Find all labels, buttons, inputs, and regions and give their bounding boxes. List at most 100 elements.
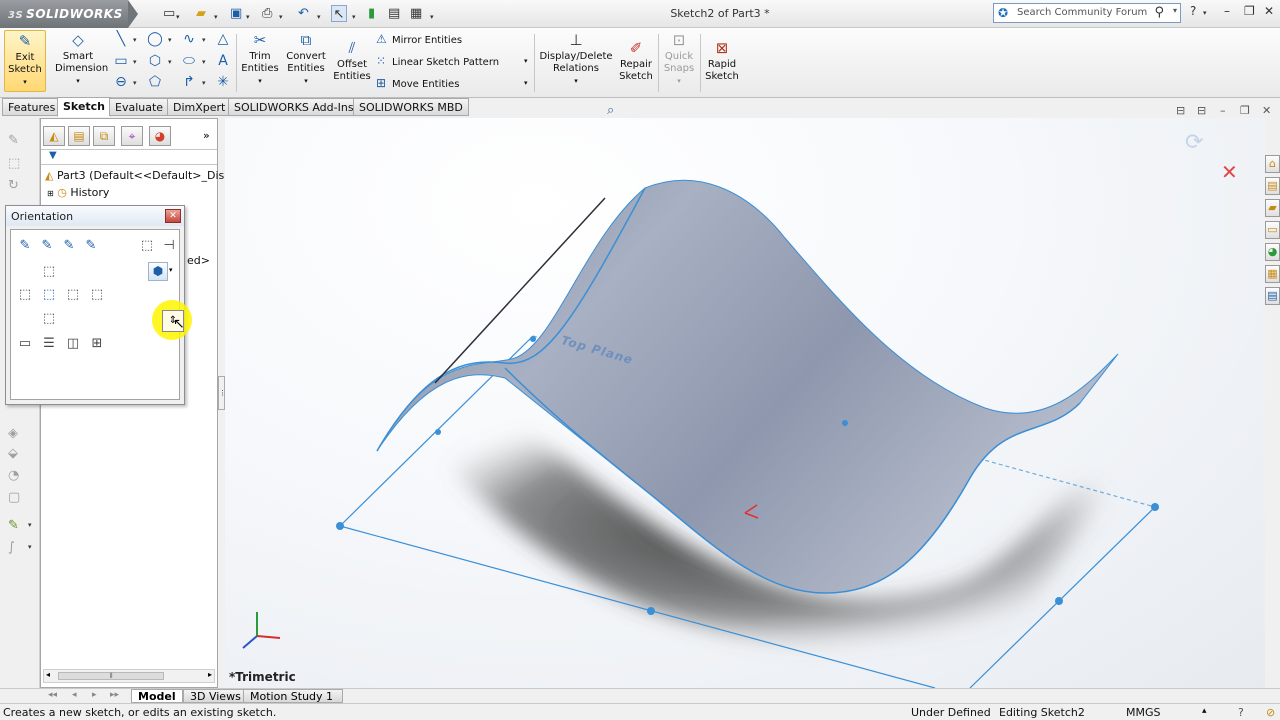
search-community-forum-input[interactable]: ✪ Search Community Forum ⚲ ▾ — [993, 3, 1181, 23]
tree-item-history[interactable]: ⊞ ◷ History — [47, 186, 109, 199]
quick-snaps-button[interactable]: ⊡ Quick Snaps ▾ — [660, 30, 698, 87]
offset-entities-button[interactable]: ⫽ Offset Entities — [332, 38, 372, 83]
sketch-tool-icon[interactable]: ✎ — [8, 133, 19, 148]
single-view-icon[interactable]: ▭ — [17, 336, 33, 352]
rebuild-status-icon[interactable]: ⊘ — [1266, 706, 1275, 719]
new-dropdown-icon[interactable]: ▾ — [176, 9, 180, 26]
tab-solidworks-mbd[interactable]: SOLIDWORKS MBD — [353, 98, 469, 116]
new-document-icon[interactable]: ▭ — [163, 5, 175, 22]
scroll-thumb[interactable]: ⦀ — [58, 672, 164, 680]
tab-features[interactable]: Features — [2, 98, 62, 116]
fillet-icon[interactable]: ↱ — [180, 73, 198, 91]
property-manager-tab-icon[interactable]: ▤ — [68, 126, 90, 146]
smart-sketch-dropdown-icon[interactable]: ▾ — [28, 521, 32, 529]
quick-snaps-dropdown-icon[interactable]: ▾ — [677, 77, 681, 85]
doc-close-icon[interactable]: ✕ — [1262, 104, 1271, 117]
tile-window-icon[interactable]: ⊟ — [1176, 104, 1185, 117]
restore-icon[interactable]: ❐ — [1244, 4, 1255, 18]
tab-sketch[interactable]: Sketch — [57, 97, 112, 117]
tab-motion-study-1[interactable]: Motion Study 1 — [243, 689, 343, 703]
text-icon[interactable]: A — [214, 52, 232, 70]
tab-evaluate[interactable]: Evaluate — [109, 98, 170, 116]
tree-item-part[interactable]: ◭ Part3 (Default<<Default>_Disp — [45, 169, 231, 182]
graphics-viewport[interactable]: ⌕ ⌕ ⤺ ◈ ⬚ ⬙ ◉ ● ◕ ▦ Top Plane *Trimetric… — [225, 118, 1265, 688]
expand-tabs-icon[interactable]: » — [203, 129, 210, 142]
select-pointer-icon[interactable]: ↖ — [331, 5, 347, 22]
smart-dimension-button[interactable]: ◇ Smart Dimension ▾ — [55, 30, 108, 87]
isometric-view-icon[interactable]: ⬢ — [148, 262, 168, 281]
tab-model[interactable]: Model — [131, 689, 183, 703]
file-properties-icon[interactable]: ▤ — [388, 5, 400, 22]
search-results-icon[interactable]: ▭ — [1265, 221, 1280, 239]
doc-minimize-icon[interactable]: – — [1220, 104, 1226, 117]
custom-properties-icon[interactable]: ▤ — [1265, 287, 1280, 305]
rectangle-icon[interactable]: ▭ — [112, 52, 130, 70]
revolve-icon[interactable]: ↻ — [8, 178, 19, 193]
move-entities-dropdown-icon[interactable]: ▾ — [524, 75, 528, 91]
file-explorer-icon[interactable]: ▰ — [1265, 199, 1280, 217]
shell-icon[interactable]: ▢ — [8, 490, 20, 505]
feature-tree-tab-icon[interactable]: ◭ — [43, 126, 65, 146]
line-icon[interactable]: ╲ — [112, 30, 130, 48]
straight-slot-icon[interactable]: ⊖ — [112, 73, 130, 91]
left-view-icon[interactable]: ⬚ — [17, 287, 33, 303]
trim-entities-button[interactable]: ✂ Trim Entities ▾ — [240, 30, 280, 87]
help-icon[interactable]: ? — [1190, 4, 1196, 18]
move-entities-button[interactable]: ⊞ Move Entities ▾ — [376, 75, 536, 91]
solidworks-logo[interactable]: 3S SOLIDWORKS — [0, 0, 138, 28]
tree-filter[interactable]: ▼ — [41, 149, 217, 165]
cascade-window-icon[interactable]: ⊟ — [1197, 104, 1206, 117]
tab-nav-prev-icon[interactable]: ◂ — [72, 690, 77, 700]
curve-dropdown-icon[interactable]: ▾ — [28, 543, 32, 551]
ellipse-icon[interactable]: ⬭ — [180, 52, 198, 70]
dimxpert-manager-tab-icon[interactable]: ⌖ — [121, 126, 143, 146]
print-icon[interactable]: ⎙ — [262, 5, 272, 22]
loft-icon[interactable]: ⬙ — [8, 446, 18, 461]
right-view-icon[interactable]: ⬚ — [65, 287, 81, 303]
bottom-view-icon[interactable]: ⬚ — [41, 311, 57, 327]
feature-tree-horizontal-scrollbar[interactable]: ◂ ⦀ ▸ — [43, 669, 215, 683]
smart-dimension-dropdown-icon[interactable]: ▾ — [76, 77, 80, 85]
circle-dropdown-icon[interactable]: ▾ — [168, 36, 172, 44]
tab-nav-next-icon[interactable]: ▸ — [92, 690, 97, 700]
undo-icon[interactable]: ↶ — [298, 5, 309, 22]
display-delete-relations-button[interactable]: ⊥ Display/Delete Relations ▾ — [538, 30, 614, 87]
fillet-feature-icon[interactable]: ◔ — [8, 468, 19, 483]
two-view-horizontal-icon[interactable]: ☰ — [41, 336, 57, 352]
slot-dropdown-icon[interactable]: ▾ — [168, 58, 172, 66]
tab-solidworks-add-ins[interactable]: SOLIDWORKS Add-Ins — [228, 98, 360, 116]
curve-icon[interactable]: ∫ — [8, 540, 15, 555]
mirror-entities-button[interactable]: ⚠ Mirror Entities — [376, 31, 462, 47]
search-dropdown-icon[interactable]: ▾ — [1173, 6, 1177, 15]
rectangle-dropdown-icon[interactable]: ▾ — [133, 58, 137, 66]
help-dropdown-icon[interactable]: ▾ — [1203, 9, 1207, 17]
tab-dimxpert[interactable]: DimXpert — [167, 98, 232, 116]
tab-3d-views[interactable]: 3D Views — [183, 689, 248, 703]
four-view-icon[interactable]: ⊞ — [89, 336, 105, 352]
reset-standard-views-icon[interactable]: ✎ — [61, 238, 77, 254]
slot-icon[interactable]: ⬡ — [146, 52, 164, 70]
linear-sketch-pattern-button[interactable]: ⁙ Linear Sketch Pattern ▾ — [376, 53, 536, 69]
offset-on-surface-icon[interactable]: △ — [214, 30, 232, 48]
pin-dialog-icon[interactable]: ⊣ — [161, 238, 177, 254]
configuration-manager-tab-icon[interactable]: ⧉ — [93, 126, 115, 146]
point-icon[interactable]: ✳ — [214, 73, 232, 91]
close-window-icon[interactable]: ✕ — [1264, 4, 1274, 18]
circle-icon[interactable]: ◯ — [146, 30, 164, 48]
open-folder-icon[interactable]: ▰ — [196, 5, 206, 22]
panel-splitter-handle[interactable]: ⋮ — [218, 376, 226, 410]
line-dropdown-icon[interactable]: ▾ — [133, 36, 137, 44]
select-dropdown-icon[interactable]: ▾ — [352, 9, 356, 26]
convert-entities-button[interactable]: ⧉ Convert Entities ▾ — [284, 30, 328, 87]
two-view-vertical-icon[interactable]: ◫ — [65, 336, 81, 352]
tab-nav-last-icon[interactable]: ▸▸ — [110, 690, 119, 700]
doc-restore-icon[interactable]: ❐ — [1240, 104, 1250, 117]
view-palette-icon[interactable]: ◕ — [1265, 243, 1280, 261]
ellipse-dropdown-icon[interactable]: ▾ — [202, 58, 206, 66]
polygon-icon[interactable]: ⬠ — [146, 73, 164, 91]
front-view-icon[interactable]: ⬚ — [41, 287, 57, 303]
units-dropdown-icon[interactable]: ▴ — [1202, 706, 1207, 716]
units-status[interactable]: MMGS — [1126, 706, 1161, 719]
options-icon[interactable]: ▦ — [410, 5, 422, 22]
zoom-to-fit-btn-icon[interactable]: ⌕ — [607, 103, 614, 118]
